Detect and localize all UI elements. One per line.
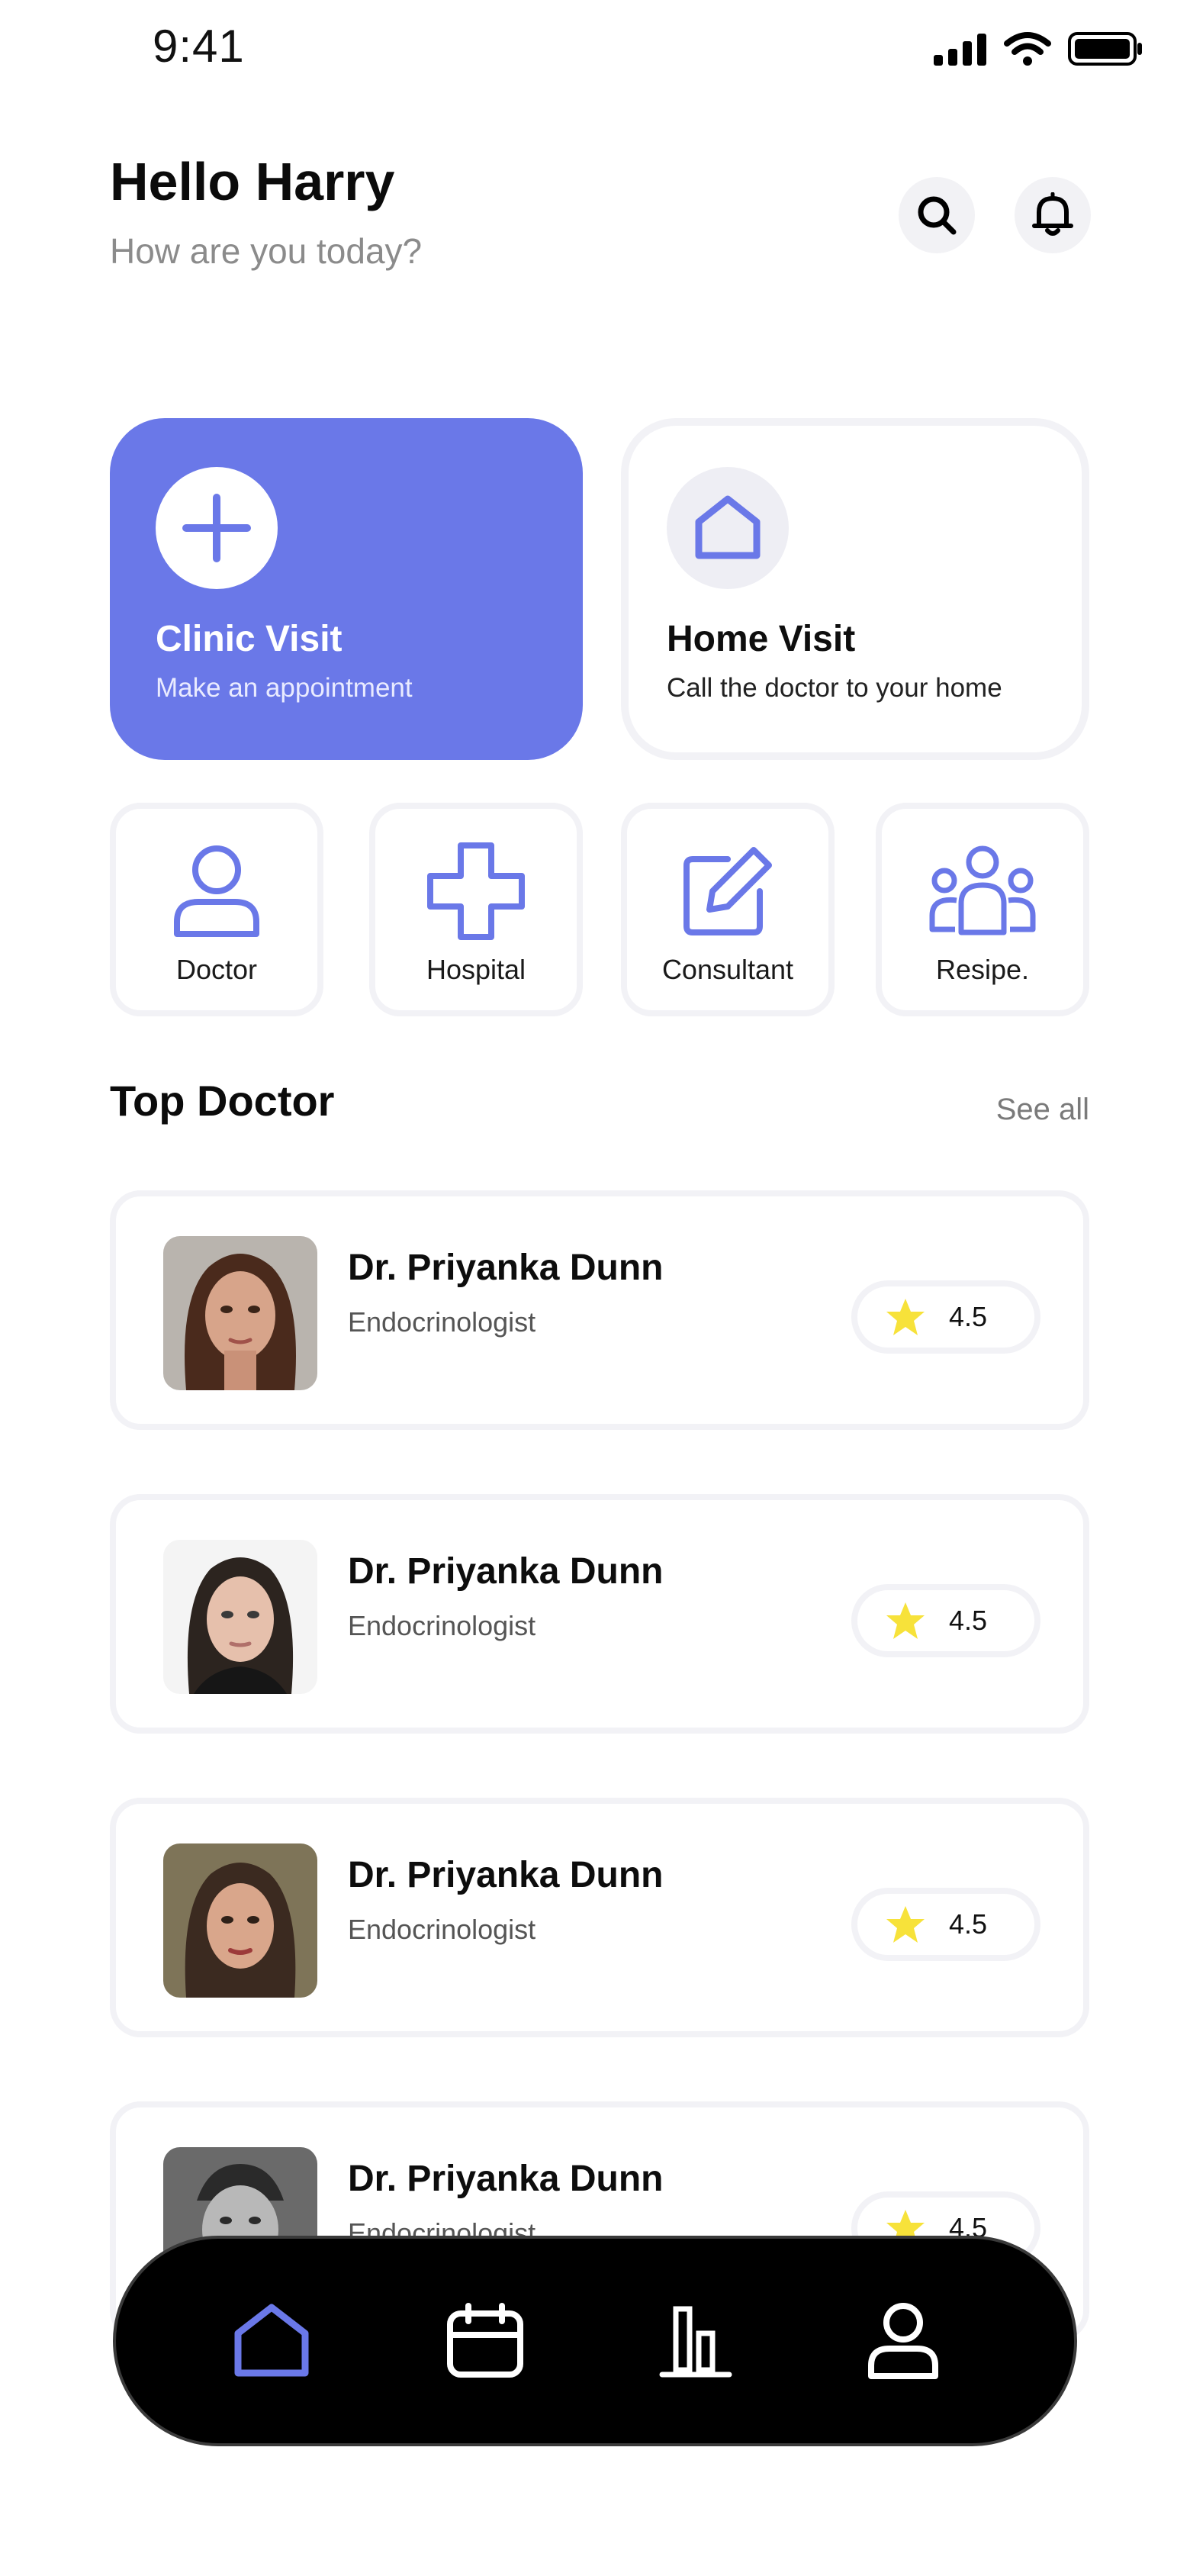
- doctor-name: Dr. Priyanka Dunn: [348, 1248, 664, 1288]
- doctor-photo: [163, 1236, 317, 1390]
- nav-home[interactable]: [211, 2239, 333, 2443]
- greeting-subtitle: How are you today?: [110, 231, 423, 271]
- star-icon: [886, 1602, 925, 1639]
- bottom-nav: [113, 2236, 1077, 2446]
- doctor-name: Dr. Priyanka Dunn: [348, 1855, 664, 1895]
- battery-icon: [1068, 32, 1142, 66]
- plus-icon-circle: [156, 467, 278, 589]
- calendar-icon: [447, 2303, 523, 2378]
- clinic-visit-subtitle: Make an appointment: [156, 673, 413, 703]
- user-icon: [174, 845, 259, 937]
- doctor-specialty: Endocrinologist: [348, 1914, 536, 1945]
- doctor-name: Dr. Priyanka Dunn: [348, 2159, 664, 2199]
- home-icon: [234, 2304, 309, 2377]
- edit-icon: [683, 847, 772, 935]
- group-icon: [929, 845, 1036, 935]
- plus-icon: [182, 494, 251, 562]
- rating-value: 4.5: [949, 1301, 988, 1332]
- doctor-photo: [163, 1843, 317, 1998]
- rating-value: 4.5: [949, 1908, 988, 1940]
- category-hospital[interactable]: Hospital: [369, 803, 583, 1016]
- wifi-icon: [1004, 32, 1051, 66]
- category-consultant-label: Consultant: [661, 954, 794, 985]
- search-icon: [918, 196, 957, 235]
- clinic-visit-title: Clinic Visit: [156, 619, 343, 659]
- status-icons: [934, 31, 1144, 67]
- doctor-card[interactable]: Dr. Priyanka Dunn Endocrinologist 4.5: [110, 1190, 1089, 1430]
- status-time: 9:41: [153, 21, 245, 72]
- medical-cross-icon: [427, 842, 525, 940]
- rating-badge: 4.5: [851, 1888, 1040, 1961]
- nav-stats[interactable]: [635, 2239, 757, 2443]
- house-icon-circle: [667, 467, 789, 589]
- home-visit-title: Home Visit: [667, 619, 856, 659]
- doctor-card[interactable]: Dr. Priyanka Dunn Endocrinologist 4.5: [110, 1798, 1089, 2037]
- doctor-specialty: Endocrinologist: [348, 1610, 536, 1641]
- rating-badge: 4.5: [851, 1280, 1040, 1354]
- section-title: Top Doctor: [110, 1077, 335, 1125]
- category-resipe[interactable]: Resipe.: [876, 803, 1089, 1016]
- search-button[interactable]: [899, 177, 975, 253]
- notification-button[interactable]: [1015, 177, 1091, 253]
- bell-icon: [1032, 192, 1073, 236]
- rating-value: 4.5: [949, 1605, 988, 1636]
- nav-profile[interactable]: [842, 2239, 964, 2443]
- clinic-visit-card[interactable]: Clinic Visit Make an appointment: [110, 418, 583, 760]
- category-doctor[interactable]: Doctor: [110, 803, 323, 1016]
- see-all-link[interactable]: See all: [996, 1093, 1089, 1127]
- category-consultant[interactable]: Consultant: [621, 803, 835, 1016]
- category-resipe-label: Resipe.: [935, 954, 1030, 985]
- chart-icon: [659, 2306, 732, 2378]
- doctor-photo: [163, 1540, 317, 1694]
- signal-icon: [934, 34, 986, 66]
- home-visit-subtitle: Call the doctor to your home: [667, 673, 1002, 703]
- star-icon: [886, 1906, 925, 1943]
- home-visit-card[interactable]: Home Visit Call the doctor to your home: [621, 418, 1089, 760]
- doctor-specialty: Endocrinologist: [348, 1306, 536, 1338]
- house-icon: [695, 495, 761, 559]
- profile-icon: [868, 2303, 938, 2379]
- category-doctor-label: Doctor: [175, 954, 258, 985]
- doctor-card[interactable]: Dr. Priyanka Dunn Endocrinologist 4.5: [110, 1494, 1089, 1734]
- nav-calendar[interactable]: [424, 2239, 546, 2443]
- star-icon: [886, 1299, 925, 1335]
- category-hospital-label: Hospital: [426, 954, 526, 985]
- rating-badge: 4.5: [851, 1584, 1040, 1657]
- greeting-title: Hello Harry: [110, 152, 395, 211]
- doctor-name: Dr. Priyanka Dunn: [348, 1551, 664, 1592]
